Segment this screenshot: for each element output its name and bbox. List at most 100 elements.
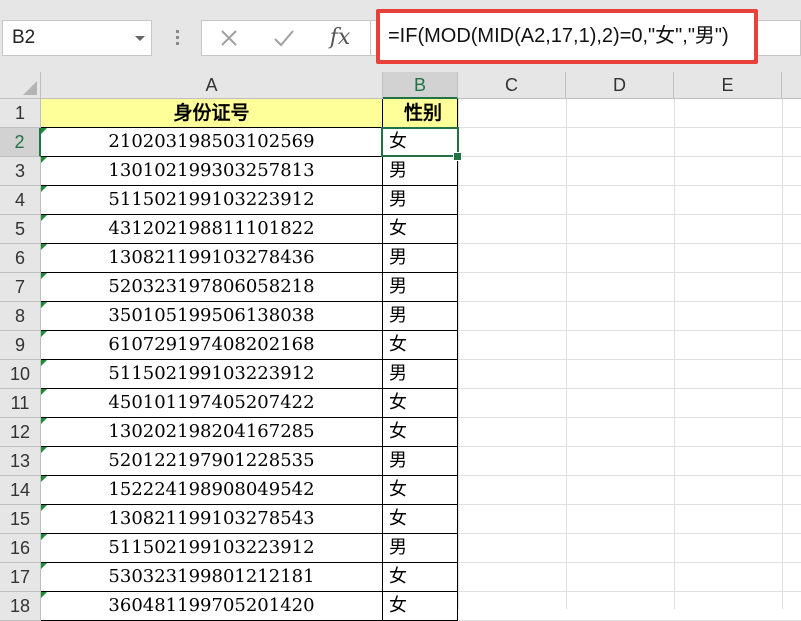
row-header[interactable]: 5: [0, 215, 41, 244]
cell-gender[interactable]: 男: [383, 273, 458, 302]
error-indicator-icon: [41, 563, 47, 569]
cell-text: 210203198503102569: [108, 131, 315, 152]
cell-gender[interactable]: 男: [383, 360, 458, 389]
error-indicator-icon: [41, 447, 47, 453]
cell-id-number[interactable]: 610729197408202168: [41, 331, 383, 360]
error-indicator-icon: [41, 128, 47, 134]
row-header[interactable]: 6: [0, 244, 41, 273]
select-all-button[interactable]: [0, 72, 41, 99]
error-indicator-icon: [41, 157, 47, 163]
cell-id-number[interactable]: 530323199801212181: [41, 563, 383, 592]
cell-id-number[interactable]: 511502199103223912: [41, 360, 383, 389]
cell-gender[interactable]: 男: [383, 157, 458, 186]
cell-text: 身份证号: [173, 102, 250, 124]
cell-text: 610729197408202168: [108, 334, 315, 355]
row-header[interactable]: 11: [0, 389, 41, 418]
name-box[interactable]: B2: [2, 20, 152, 56]
row-header[interactable]: 18: [0, 592, 41, 621]
formula-input[interactable]: =IF(MOD(MID(A2,17,1),2)=0,"女","男"): [376, 9, 758, 64]
error-indicator-icon: [41, 476, 47, 482]
cell-gender[interactable]: 女: [383, 418, 458, 447]
error-indicator-icon: [41, 505, 47, 511]
cell-text: 511502199103223912: [108, 189, 315, 210]
formula-bar-area: B2 fx =IF(MOD(MID(A2,17,1),2)=0,"女","男"): [0, 0, 801, 72]
cell-gender[interactable]: 女: [383, 592, 458, 621]
cell-id-number[interactable]: 350105199506138038: [41, 302, 383, 331]
cell-gender[interactable]: 女: [383, 476, 458, 505]
drag-handle-icon[interactable]: [176, 30, 179, 48]
column-header-a[interactable]: A: [41, 72, 383, 99]
cell-id-number[interactable]: 210203198503102569: [41, 128, 383, 157]
row-header[interactable]: 9: [0, 331, 41, 360]
row-header[interactable]: 13: [0, 447, 41, 476]
cell-id-number[interactable]: 511502199103223912: [41, 186, 383, 215]
row-header[interactable]: 10: [0, 360, 41, 389]
insert-function-button[interactable]: fx: [320, 21, 360, 55]
column-header-d[interactable]: D: [566, 72, 674, 99]
row-header[interactable]: 7: [0, 273, 41, 302]
cell-text: 130102199303257813: [108, 160, 315, 181]
cell-gender[interactable]: 女: [383, 128, 458, 157]
row-header[interactable]: 4: [0, 186, 41, 215]
cell-gender[interactable]: 男: [383, 302, 458, 331]
cell-text: 520122197901228535: [108, 450, 315, 471]
cell-id-number[interactable]: 360481199705201420: [41, 592, 383, 621]
cell-text: 130821199103278543: [108, 508, 315, 529]
column-header-overflow: [782, 72, 801, 99]
row-header[interactable]: 16: [0, 534, 41, 563]
error-indicator-icon: [41, 244, 47, 250]
header-cell-gender[interactable]: 性别: [383, 99, 458, 128]
cell-text: 431202198811101822: [108, 218, 315, 239]
row-header[interactable]: 12: [0, 418, 41, 447]
row-header[interactable]: 8: [0, 302, 41, 331]
cell-gender[interactable]: 男: [383, 186, 458, 215]
cell-id-number[interactable]: 152224198908049542: [41, 476, 383, 505]
row-header[interactable]: 17: [0, 563, 41, 592]
cell-id-number[interactable]: 511502199103223912: [41, 534, 383, 563]
check-icon[interactable]: [264, 21, 304, 55]
column-header-c[interactable]: C: [458, 72, 566, 99]
cell-id-number[interactable]: 130821199103278543: [41, 505, 383, 534]
cell-text: 520323197806058218: [108, 276, 315, 297]
fill-handle[interactable]: [453, 152, 462, 161]
name-box-value: B2: [12, 27, 36, 48]
row-header[interactable]: 15: [0, 505, 41, 534]
cell-gender[interactable]: 女: [383, 389, 458, 418]
error-indicator-icon: [41, 331, 47, 337]
column-header-b[interactable]: B: [383, 72, 458, 99]
error-indicator-icon: [41, 360, 47, 366]
row-header[interactable]: 2: [0, 128, 41, 157]
cell-gender[interactable]: 男: [383, 447, 458, 476]
cell-gender[interactable]: 女: [383, 215, 458, 244]
error-indicator-icon: [41, 592, 47, 598]
cell-gender[interactable]: 女: [383, 331, 458, 360]
cell-gender[interactable]: 男: [383, 534, 458, 563]
chevron-down-icon[interactable]: [135, 36, 145, 41]
error-indicator-icon: [41, 418, 47, 424]
cell-id-number[interactable]: 130202198204167285: [41, 418, 383, 447]
row-header[interactable]: 1: [0, 99, 41, 128]
row-header[interactable]: 3: [0, 157, 41, 186]
cell-id-number[interactable]: 450101197405207422: [41, 389, 383, 418]
cell-gender[interactable]: 男: [383, 244, 458, 273]
cell-text: 450101197405207422: [108, 392, 315, 413]
cell-text: 152224198908049542: [108, 479, 315, 500]
cell-text: 350105199506138038: [108, 305, 315, 326]
cell-text: 360481199705201420: [108, 595, 315, 616]
header-cell-id-number[interactable]: 身份证号: [41, 99, 383, 128]
row-header[interactable]: 14: [0, 476, 41, 505]
column-header-e[interactable]: E: [674, 72, 782, 99]
formula-buttons: fx: [201, 20, 371, 56]
close-icon[interactable]: [209, 21, 249, 55]
cell-id-number[interactable]: 520323197806058218: [41, 273, 383, 302]
error-indicator-icon: [41, 534, 47, 540]
cell-gender[interactable]: 女: [383, 563, 458, 592]
cell-id-number[interactable]: 520122197901228535: [41, 447, 383, 476]
cell-gender[interactable]: 女: [383, 505, 458, 534]
error-indicator-icon: [41, 273, 47, 279]
cell-text: 530323199801212181: [108, 566, 315, 587]
cell-id-number[interactable]: 431202198811101822: [41, 215, 383, 244]
error-indicator-icon: [41, 302, 47, 308]
cell-id-number[interactable]: 130102199303257813: [41, 157, 383, 186]
cell-id-number[interactable]: 130821199103278436: [41, 244, 383, 273]
